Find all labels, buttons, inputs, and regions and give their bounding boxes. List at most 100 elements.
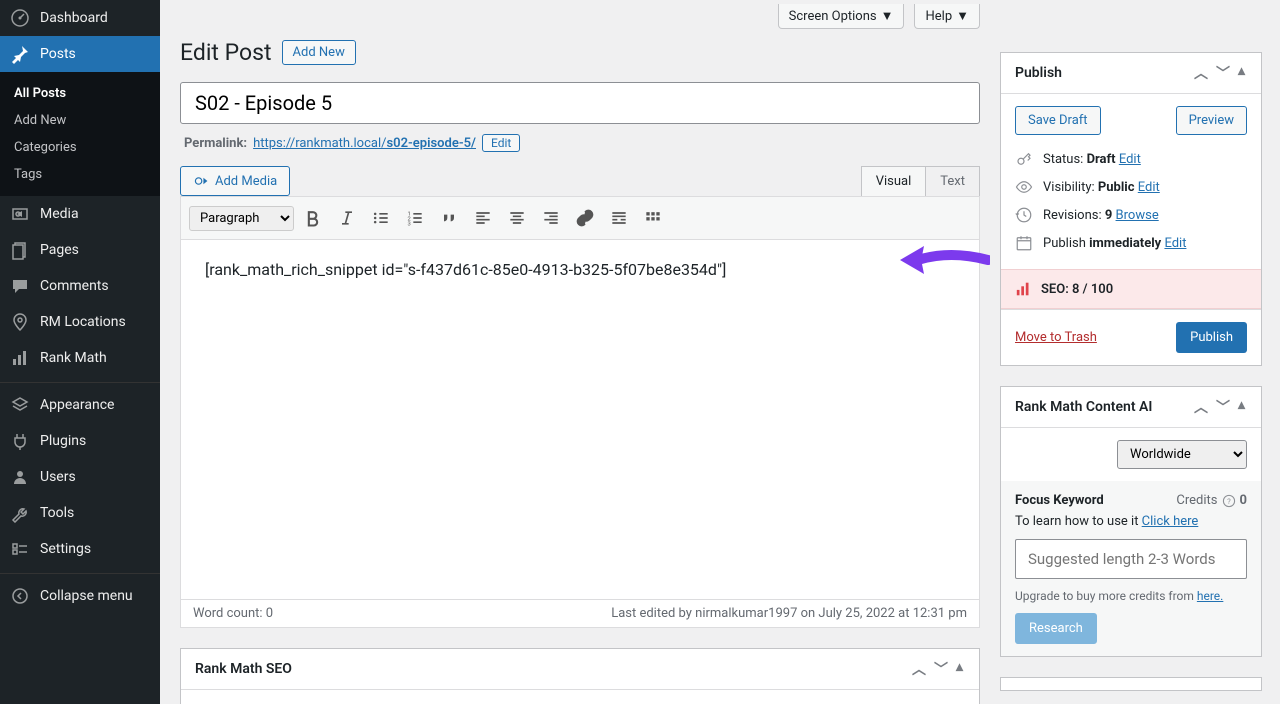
- toggle-down-icon[interactable]: ﹀: [1214, 397, 1232, 417]
- edit-slug-button[interactable]: Edit: [482, 134, 520, 152]
- metabox-title: Rank Math SEO: [195, 661, 292, 677]
- move-to-trash-link[interactable]: Move to Trash: [1015, 330, 1097, 345]
- screen-options-button[interactable]: Screen Options ▼: [778, 4, 905, 29]
- text-tab[interactable]: Text: [925, 166, 980, 196]
- sidebar-item-dashboard[interactable]: Dashboard: [0, 0, 160, 36]
- toggle-up-icon[interactable]: ︿: [910, 659, 928, 679]
- edit-status-link[interactable]: Edit: [1119, 152, 1141, 167]
- sidebar-item-collapse[interactable]: Collapse menu: [0, 573, 160, 614]
- nav-label: Users: [40, 469, 76, 485]
- more-button[interactable]: [604, 203, 634, 233]
- add-new-button[interactable]: Add New: [282, 40, 356, 65]
- seo-score-row[interactable]: SEO: 8 / 100: [1001, 269, 1261, 309]
- plugin-icon: [10, 431, 30, 451]
- toggle-down-icon[interactable]: ﹀: [932, 659, 950, 679]
- submenu-tags[interactable]: Tags: [0, 161, 160, 188]
- editor-content[interactable]: [rank_math_rich_snippet id="s-f437d61c-8…: [180, 240, 980, 600]
- editor-footer: Word count: 0 Last edited by nirmalkumar…: [180, 600, 980, 628]
- help-button[interactable]: Help ▼: [914, 4, 980, 29]
- posts-submenu: All Posts Add New Categories Tags: [0, 72, 160, 196]
- edit-schedule-link[interactable]: Edit: [1164, 236, 1186, 251]
- post-title-input[interactable]: [180, 82, 980, 124]
- sidebar-item-pages[interactable]: Pages: [0, 232, 160, 268]
- sidebar-item-comments[interactable]: Comments: [0, 268, 160, 304]
- format-select[interactable]: Paragraph: [189, 206, 294, 231]
- media-icon: [193, 173, 209, 189]
- help-icon[interactable]: ?: [1222, 494, 1236, 508]
- nav-label: Tools: [40, 505, 74, 521]
- region-select[interactable]: Worldwide: [1117, 440, 1247, 469]
- rank-math-metabox: Rank Math SEO ︿ ﹀ ▴ General Advanced: [180, 648, 980, 704]
- publish-button[interactable]: Publish: [1176, 322, 1247, 353]
- history-icon: [1015, 206, 1033, 224]
- align-center-button[interactable]: [502, 203, 532, 233]
- sidebar-item-rm-locations[interactable]: RM Locations: [0, 304, 160, 340]
- toggle-expand-icon[interactable]: ▴: [1236, 397, 1247, 417]
- permalink-row: Permalink: https://rankmath.local/s02-ep…: [184, 134, 976, 152]
- link-button[interactable]: [570, 203, 600, 233]
- toolbar-toggle-button[interactable]: [638, 203, 668, 233]
- pin-icon: [10, 44, 30, 64]
- pages-icon: [10, 240, 30, 260]
- last-edited: Last edited by nirmalkumar1997 on July 2…: [611, 606, 967, 621]
- quote-button[interactable]: [434, 203, 464, 233]
- sidebar-item-media[interactable]: Media: [0, 196, 160, 232]
- sidebar-item-rank-math[interactable]: Rank Math: [0, 340, 160, 376]
- align-left-button[interactable]: [468, 203, 498, 233]
- permalink-url[interactable]: https://rankmath.local/s02-episode-5/: [253, 136, 476, 151]
- preview-button[interactable]: Preview: [1176, 106, 1247, 135]
- schedule-line: Publish immediately Edit: [1015, 229, 1247, 257]
- seo-chart-icon: [1015, 280, 1033, 298]
- nav-label: Comments: [40, 278, 109, 294]
- submenu-categories[interactable]: Categories: [0, 134, 160, 161]
- sidebar-item-users[interactable]: Users: [0, 459, 160, 495]
- editor-toolbar: Paragraph 123: [180, 196, 980, 240]
- sidebar-right: Publish ︿ ﹀ ▴ Save Draft Preview Status:…: [1000, 52, 1280, 704]
- sidebar-item-tools[interactable]: Tools: [0, 495, 160, 531]
- nav-label: Plugins: [40, 433, 86, 449]
- sidebar-item-appearance[interactable]: Appearance: [0, 382, 160, 423]
- editor-tabs: Visual Text: [861, 166, 980, 196]
- appearance-icon: [10, 395, 30, 415]
- save-draft-button[interactable]: Save Draft: [1015, 106, 1101, 135]
- submenu-all-posts[interactable]: All Posts: [0, 80, 160, 107]
- dashboard-icon: [10, 8, 30, 28]
- nav-label: Posts: [40, 46, 76, 62]
- key-icon: [1015, 150, 1033, 168]
- toggle-expand-icon[interactable]: ▴: [1236, 63, 1247, 83]
- chart-icon: [10, 348, 30, 368]
- word-count: Word count: 0: [193, 606, 273, 621]
- location-icon: [10, 312, 30, 332]
- bullet-list-button[interactable]: [366, 203, 396, 233]
- upgrade-link[interactable]: here.: [1197, 589, 1223, 603]
- research-button[interactable]: Research: [1015, 613, 1097, 644]
- toggle-expand-icon[interactable]: ▴: [954, 659, 965, 679]
- status-line: Status: Draft Edit: [1015, 145, 1247, 173]
- focus-keyword-input[interactable]: [1015, 539, 1247, 579]
- media-icon: [10, 204, 30, 224]
- add-media-button[interactable]: Add Media: [180, 166, 290, 196]
- visual-tab[interactable]: Visual: [861, 166, 927, 196]
- admin-sidebar: Dashboard Posts All Posts Add New Catego…: [0, 0, 160, 704]
- rm-tabs: General Advanced Schema Social: [181, 690, 979, 704]
- toggle-up-icon[interactable]: ︿: [1192, 63, 1210, 83]
- learn-link[interactable]: Click here: [1142, 514, 1199, 529]
- page-title: Edit Post: [180, 39, 272, 66]
- nav-label: RM Locations: [40, 314, 126, 330]
- align-right-button[interactable]: [536, 203, 566, 233]
- sidebar-item-settings[interactable]: Settings: [0, 531, 160, 567]
- revisions-line: Revisions: 9 Browse: [1015, 201, 1247, 229]
- permalink-label: Permalink:: [184, 136, 247, 151]
- submenu-add-new[interactable]: Add New: [0, 107, 160, 134]
- page-heading: Edit Post Add New: [180, 39, 980, 66]
- browse-revisions-link[interactable]: Browse: [1116, 208, 1159, 223]
- italic-button[interactable]: [332, 203, 362, 233]
- toggle-down-icon[interactable]: ﹀: [1214, 63, 1232, 83]
- edit-visibility-link[interactable]: Edit: [1138, 180, 1160, 195]
- numbered-list-button[interactable]: 123: [400, 203, 430, 233]
- panel-title: Rank Math Content AI: [1015, 399, 1152, 415]
- sidebar-item-posts[interactable]: Posts: [0, 36, 160, 72]
- toggle-up-icon[interactable]: ︿: [1192, 397, 1210, 417]
- bold-button[interactable]: [298, 203, 328, 233]
- sidebar-item-plugins[interactable]: Plugins: [0, 423, 160, 459]
